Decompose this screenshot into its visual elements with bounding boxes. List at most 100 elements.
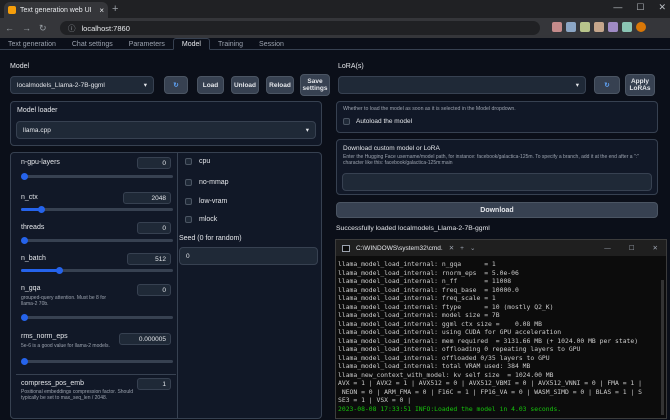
threads-input[interactable]: 0: [137, 222, 171, 234]
new-tab-icon[interactable]: +: [460, 245, 464, 252]
terminal-line: llama_model_load_internal: rnorm_eps = 5…: [338, 268, 519, 277]
back-icon[interactable]: ←: [5, 23, 14, 33]
forward-icon[interactable]: →: [22, 23, 31, 33]
n-ctx-input[interactable]: 2048: [123, 192, 171, 204]
window-controls: — ☐ ✕: [613, 2, 666, 13]
autoload-panel: Whether to load the model as soon as it …: [336, 101, 658, 133]
mlock-label: mlock: [199, 216, 218, 223]
rms-norm-eps-info: 5e-6 is a good value for llama-2 models.: [21, 343, 110, 349]
autoload-row[interactable]: Autoload the model: [343, 118, 412, 125]
extension-icons: [552, 22, 646, 32]
download-title: Download custom model or LoRA: [343, 145, 440, 152]
browser-tab[interactable]: Text generation web UI ×: [4, 2, 108, 18]
n-batch-label: n_batch: [21, 255, 46, 262]
terminal-line: llama_model_load_internal: model size = …: [338, 311, 500, 319]
rms-norm-eps-slider[interactable]: [21, 358, 173, 365]
n-gpu-layers-input[interactable]: 0: [137, 157, 171, 169]
extension-icon[interactable]: [594, 22, 604, 32]
n-gqa-slider[interactable]: [21, 314, 173, 321]
model-loader-label: Model loader: [17, 107, 58, 114]
refresh-models-button[interactable]: ↻: [164, 76, 188, 94]
low-vram-checkbox[interactable]: [185, 198, 192, 205]
refresh-loras-button[interactable]: ↻: [594, 76, 620, 94]
loader-params-panel: n-gpu-layers 0 n_ctx 2048 threads 0 n_ba…: [10, 152, 322, 419]
terminal-window[interactable]: C:\WINDOWS\system32\cmd. ✕ + ⌄ — ☐ ✕ lla…: [335, 239, 667, 419]
maximize-icon[interactable]: ☐: [629, 244, 635, 252]
cpu-checkbox-row[interactable]: cpu: [185, 158, 210, 165]
threads-slider[interactable]: [21, 237, 173, 244]
column-divider: [177, 153, 178, 418]
close-window-icon[interactable]: ✕: [658, 2, 666, 13]
close-tab-icon[interactable]: ✕: [449, 244, 454, 252]
tab-session[interactable]: Session: [251, 38, 292, 50]
mlock-checkbox-row[interactable]: mlock: [185, 216, 217, 223]
tab-model[interactable]: Model: [172, 38, 210, 50]
tab-parameters[interactable]: Parameters: [121, 38, 173, 50]
loader-selected: llama.cpp: [23, 126, 51, 134]
no-mmap-checkbox-row[interactable]: no-mmap: [185, 179, 229, 186]
favicon-icon: [8, 6, 16, 14]
terminal-line: NEON = 0 | ARM_FMA = 0 | F16C = 1 | FP16…: [338, 387, 642, 396]
loader-dropdown[interactable]: llama.cpp ▾: [16, 121, 316, 139]
status-message: Successfully loaded localmodels_Llama-2-…: [336, 225, 490, 232]
terminal-line: llama_model_load_internal: offloaded 0/3…: [338, 353, 550, 362]
tab-training[interactable]: Training: [210, 38, 251, 50]
save-settings-button[interactable]: Save settings: [300, 74, 330, 96]
model-selected: localmodels_Llama-2-7B-ggml: [17, 81, 105, 89]
minimize-icon[interactable]: —: [613, 2, 622, 13]
refresh-icon[interactable]: ↻: [39, 23, 47, 34]
no-mmap-checkbox[interactable]: [185, 179, 192, 186]
n-ctx-slider[interactable]: [21, 206, 173, 213]
cpu-checkbox[interactable]: [185, 158, 192, 165]
rms-norm-eps-input[interactable]: 0.000005: [119, 333, 171, 345]
chevron-down-icon[interactable]: ⌄: [470, 244, 475, 252]
tab-chat-settings[interactable]: Chat settings: [64, 38, 121, 50]
extension-icon[interactable]: [552, 22, 562, 32]
new-tab-button[interactable]: +: [112, 3, 118, 15]
download-info: Enter the Hugging Face username/model pa…: [343, 154, 639, 166]
extension-icon[interactable]: [622, 22, 632, 32]
seed-input[interactable]: 0: [179, 247, 318, 265]
autoload-info: Whether to load the model as soon as it …: [343, 106, 516, 112]
download-input[interactable]: [342, 173, 652, 191]
model-label: Model: [10, 63, 30, 70]
load-button[interactable]: Load: [197, 76, 224, 94]
lora-dropdown[interactable]: ▾: [338, 76, 586, 94]
n-batch-input[interactable]: 512: [127, 253, 171, 265]
download-panel: Download custom model or LoRA Enter the …: [336, 139, 658, 195]
terminal-title: C:\WINDOWS\system32\cmd.: [356, 244, 443, 252]
terminal-line: llama_model_load_internal: ftype = 10 (m…: [338, 302, 554, 311]
terminal-line: llama_model_load_internal: n_ff = 11008: [338, 277, 512, 285]
cpu-label: cpu: [199, 158, 211, 165]
unload-button[interactable]: Unload: [231, 76, 259, 94]
autoload-checkbox[interactable]: [343, 118, 350, 125]
extension-icon[interactable]: [566, 22, 576, 32]
model-dropdown[interactable]: localmodels_Llama-2-7B-ggml ▾: [10, 76, 154, 94]
n-gqa-input[interactable]: 0: [137, 284, 171, 296]
n-batch-slider[interactable]: [21, 267, 173, 274]
minimize-icon[interactable]: —: [604, 245, 611, 252]
reload-button[interactable]: Reload: [266, 76, 294, 94]
rms-norm-eps-label: rms_norm_eps: [21, 333, 68, 340]
extension-icon[interactable]: [580, 22, 590, 32]
tab-text-generation[interactable]: Text generation: [0, 38, 64, 50]
maximize-icon[interactable]: ☐: [636, 2, 644, 13]
terminal-line: llama_model_load_internal: freq_base = 1…: [338, 285, 519, 294]
terminal-output: llama_model_load_internal: n_gqa = 1 llam…: [338, 260, 664, 413]
n-gpu-layers-slider[interactable]: [21, 173, 173, 180]
extension-icon[interactable]: [608, 22, 618, 32]
apply-loras-button[interactable]: Apply LoRAs: [625, 74, 655, 96]
terminal-line: llama_model_load_internal: offloading 0 …: [338, 345, 581, 353]
low-vram-checkbox-row[interactable]: low-vram: [185, 198, 227, 205]
mlock-checkbox[interactable]: [185, 216, 192, 223]
low-vram-label: low-vram: [199, 198, 228, 205]
profile-avatar[interactable]: [636, 22, 646, 32]
address-bar[interactable]: ⓘ localhost:7860: [60, 21, 540, 35]
close-tab-icon[interactable]: ×: [99, 6, 104, 15]
close-window-icon[interactable]: ✕: [653, 244, 658, 252]
terminal-scrollbar[interactable]: [661, 280, 664, 415]
chevron-down-icon: ▾: [575, 82, 579, 89]
terminal-line: SE3 = 1 | VSX = 0 |: [338, 396, 412, 404]
download-button[interactable]: Download: [336, 202, 658, 218]
chevron-down-icon: ▾: [305, 127, 309, 134]
